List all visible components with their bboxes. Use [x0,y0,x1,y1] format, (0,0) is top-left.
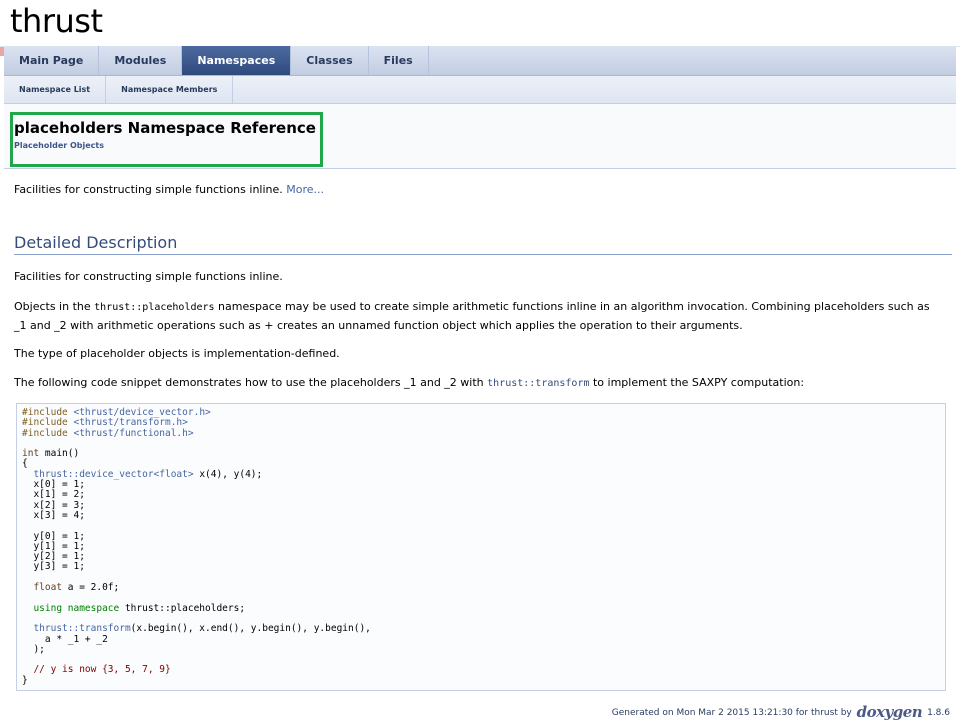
project-name: thrust [10,2,103,40]
paragraph-2-text-a: Objects in the [14,300,95,313]
code-line: x[1] = 2; [22,489,85,501]
code-line: thrust::transform(x.begin(), x.end(), y.… [22,623,371,635]
paragraph-4-text-b: to implement the SAXPY computation: [589,376,805,389]
footer-version: 1.8.6 [927,708,950,718]
brief-text: Facilities for constructing simple funct… [14,183,283,196]
code-line: ); [22,643,45,655]
code-fragment: #include <thrust/device_vector.h> #inclu… [16,403,946,691]
paragraph-2: Objects in the thrust::placeholders name… [14,298,942,335]
inline-code-placeholders: thrust::placeholders [94,302,215,313]
code-line: int main() [22,448,80,460]
paragraph-4-text-a: The following code snippet demonstrates … [14,376,488,389]
ingroup-link[interactable]: Placeholder Objects [14,141,104,150]
code-line: using namespace thrust::placeholders; [22,602,246,614]
paragraph-4: The following code snippet demonstrates … [14,374,942,393]
code-line: x[0] = 1; [22,479,85,491]
code-line: x[3] = 4; [22,509,85,521]
code-line: y[0] = 1; [22,530,85,542]
brief-description: Facilities for constructing simple funct… [14,183,324,196]
doxygen-logo[interactable]: doxygen [857,703,923,721]
code-line: // y is now {3, 5, 7, 9} [22,664,171,676]
code-line: y[2] = 1; [22,551,85,563]
code-line: } [22,674,28,686]
footer-text: Generated on Mon Mar 2 2015 13:21:30 for… [611,708,852,718]
subtab-namespace-list[interactable]: Namespace List [4,76,107,103]
code-line: a * _1 + _2 [22,633,108,645]
code-line: y[1] = 1; [22,540,85,552]
code-line: float a = 2.0f; [22,582,120,594]
paragraph-1: Facilities for constructing simple funct… [14,270,283,283]
tab-modules[interactable]: Modules [99,46,183,75]
title-bar: thrust [0,0,960,47]
tab-namespaces[interactable]: Namespaces [182,46,292,75]
paragraph-3: The type of placeholder objects is imple… [14,347,340,360]
code-line: x[2] = 3; [22,499,85,511]
tab-classes[interactable]: Classes [291,46,369,75]
section-heading-detailed: Detailed Description [14,233,952,255]
footer: Generated on Mon Mar 2 2015 13:21:30 for… [612,703,950,721]
main-tab-bar: Main Page Modules Namespaces Classes Fil… [4,46,956,76]
transform-link[interactable]: thrust::transform [487,378,589,389]
sub-tab-bar: Namespace List Namespace Members [4,76,956,104]
more-link[interactable]: More... [286,183,324,196]
page-title: placeholders Namespace Reference [14,119,316,137]
code-line: #include <thrust/functional.h> [22,427,194,439]
code-line: y[3] = 1; [22,561,85,573]
subtab-namespace-members[interactable]: Namespace Members [106,76,234,103]
code-line: thrust::device_vector<float> x(4), y(4); [22,468,263,480]
page-header: placeholders Namespace Reference Placeho… [4,104,956,169]
tab-main-page[interactable]: Main Page [4,46,100,75]
tab-files[interactable]: Files [369,46,429,75]
